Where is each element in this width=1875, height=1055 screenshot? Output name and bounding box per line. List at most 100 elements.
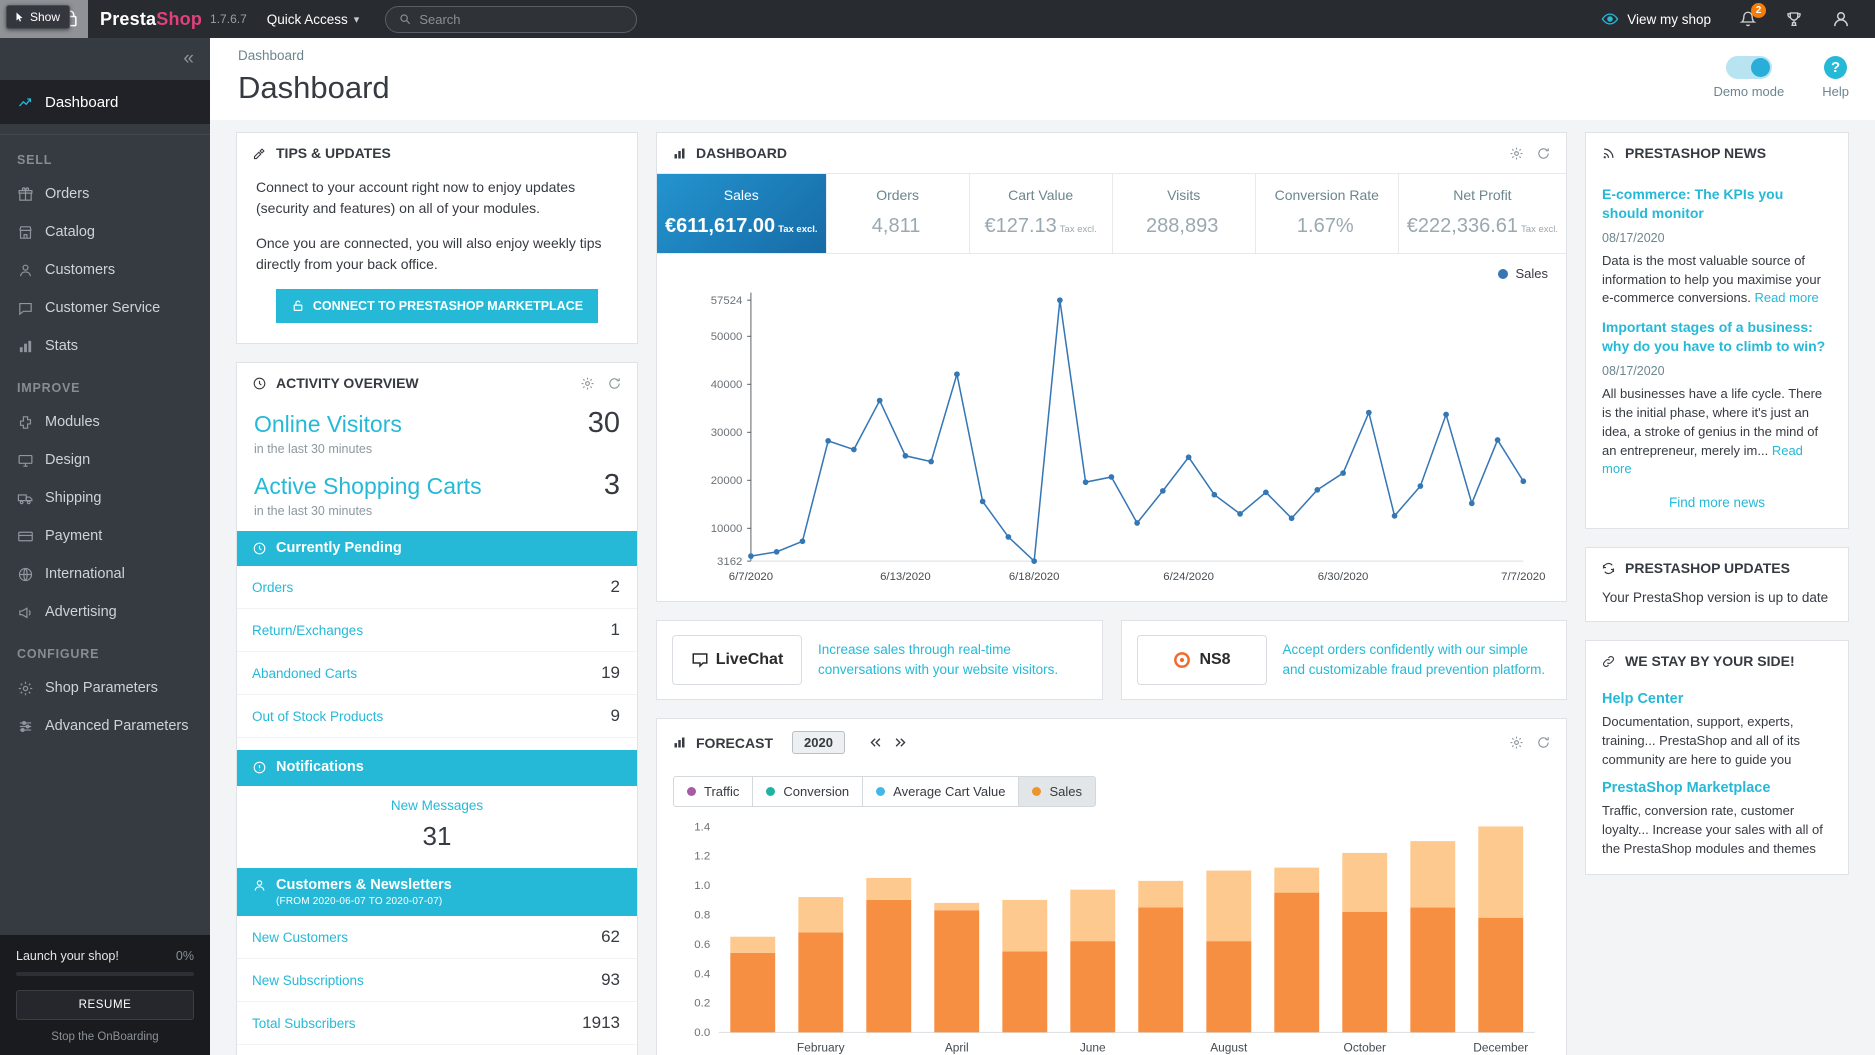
chevron-down-icon: ▾ bbox=[354, 13, 360, 26]
pending-returns-link[interactable]: Return/Exchanges bbox=[252, 623, 363, 638]
sidebar-item-modules[interactable]: Modules bbox=[0, 403, 210, 441]
sidebar-item-shipping[interactable]: Shipping bbox=[0, 479, 210, 517]
show-label: Show bbox=[30, 10, 60, 24]
panel-title: FORECAST bbox=[696, 735, 773, 751]
sidebar-item-label: Payment bbox=[45, 528, 102, 544]
chevrons-left-icon: « bbox=[183, 48, 194, 70]
store-icon bbox=[17, 224, 34, 241]
sidebar-item-label: Customers bbox=[45, 262, 115, 278]
total-subscribers-link[interactable]: Total Subscribers bbox=[252, 1016, 356, 1031]
rewind-icon[interactable] bbox=[868, 735, 883, 750]
gamification-button[interactable] bbox=[1785, 10, 1803, 28]
active-carts-link[interactable]: Active Shopping Carts bbox=[254, 473, 482, 500]
show-onboarding-button[interactable]: Show bbox=[6, 5, 70, 29]
article-title-link[interactable]: Important stages of a business: why do y… bbox=[1602, 318, 1832, 356]
sync-icon bbox=[1601, 561, 1616, 576]
kpi-tab-cart-value[interactable]: Cart Value €127.13Tax excl. bbox=[970, 174, 1113, 253]
sidebar-item-dashboard[interactable]: Dashboard bbox=[0, 80, 210, 124]
svg-text:6/24/2020: 6/24/2020 bbox=[1163, 571, 1214, 583]
sidebar-item-label: Dashboard bbox=[45, 94, 118, 111]
kpi-tab-net-profit[interactable]: Net Profit €222,336.61Tax excl. bbox=[1399, 174, 1566, 253]
new-subscriptions-link[interactable]: New Subscriptions bbox=[252, 973, 364, 988]
connect-marketplace-button[interactable]: CONNECT TO PRESTASHOP MARKETPLACE bbox=[276, 289, 598, 323]
new-messages-value: 31 bbox=[237, 821, 637, 852]
sidebar-item-advanced-parameters[interactable]: Advanced Parameters bbox=[0, 707, 210, 745]
sidebar-item-customer-service[interactable]: Customer Service bbox=[0, 289, 210, 327]
refresh-icon[interactable] bbox=[1536, 735, 1551, 750]
out-of-stock-link[interactable]: Out of Stock Products bbox=[252, 709, 383, 724]
activity-overview-panel: ACTIVITY OVERVIEW Online Visitors30 in t… bbox=[236, 362, 638, 1055]
sidebar-item-advertising[interactable]: Advertising bbox=[0, 593, 210, 631]
rss-icon bbox=[1601, 146, 1616, 161]
livechat-logo[interactable]: LiveChat bbox=[672, 635, 802, 685]
svg-text:57524: 57524 bbox=[711, 295, 743, 307]
fast-forward-icon[interactable] bbox=[893, 735, 908, 750]
find-more-news-link[interactable]: Find more news bbox=[1602, 479, 1832, 516]
article-title-link[interactable]: E-commerce: The KPIs you should monitor bbox=[1602, 185, 1832, 223]
gear-icon[interactable] bbox=[580, 376, 595, 391]
sidebar-item-payment[interactable]: Payment bbox=[0, 517, 210, 555]
online-visitors-link[interactable]: Online Visitors bbox=[254, 411, 402, 438]
view-my-shop-link[interactable]: View my shop bbox=[1601, 10, 1711, 28]
search-input[interactable] bbox=[419, 12, 624, 27]
sidebar-item-label: Shipping bbox=[45, 490, 101, 506]
sidebar-section-improve: IMPROVE Modules Design Shipping Payment … bbox=[0, 365, 210, 631]
puzzle-icon bbox=[17, 414, 34, 431]
sidebar-item-catalog[interactable]: Catalog bbox=[0, 213, 210, 251]
new-customers-link[interactable]: New Customers bbox=[252, 930, 348, 945]
stop-onboarding-link[interactable]: Stop the OnBoarding bbox=[16, 1031, 194, 1043]
bar-chart-icon bbox=[672, 735, 687, 750]
livechat-promo-text[interactable]: Increase sales through real-time convers… bbox=[818, 640, 1087, 681]
help-button[interactable]: ? bbox=[1824, 56, 1847, 79]
svg-text:October: October bbox=[1344, 1041, 1386, 1055]
sidebar-item-stats[interactable]: Stats bbox=[0, 327, 210, 365]
ns8-ring-icon bbox=[1172, 650, 1192, 670]
svg-text:1.4: 1.4 bbox=[694, 822, 711, 834]
sidebar-item-customers[interactable]: Customers bbox=[0, 251, 210, 289]
ns8-logo[interactable]: NS8 bbox=[1137, 635, 1267, 685]
toggle-knob bbox=[1751, 58, 1770, 77]
topbar-right: View my shop 2 bbox=[1601, 9, 1875, 29]
divider bbox=[0, 134, 210, 135]
demo-mode-toggle[interactable] bbox=[1726, 56, 1772, 79]
gear-icon[interactable] bbox=[1509, 735, 1524, 750]
refresh-icon[interactable] bbox=[607, 376, 622, 391]
account-button[interactable] bbox=[1831, 9, 1851, 29]
abandoned-carts-link[interactable]: Abandoned Carts bbox=[252, 666, 357, 681]
megaphone-icon bbox=[17, 604, 34, 621]
svg-text:0.0: 0.0 bbox=[694, 1028, 710, 1040]
dashboard-panel: DASHBOARD Sales €611,617.00Tax excl. Ord… bbox=[656, 132, 1567, 602]
gear-icon[interactable] bbox=[1509, 146, 1524, 161]
breadcrumb: Dashboard bbox=[238, 48, 390, 63]
sidebar-section-title: CONFIGURE bbox=[0, 631, 210, 669]
refresh-icon[interactable] bbox=[1536, 146, 1551, 161]
svg-text:1.2: 1.2 bbox=[694, 851, 710, 863]
sidebar-collapse-button[interactable]: « bbox=[0, 38, 210, 80]
kpi-tab-visits[interactable]: Visits 288,893 bbox=[1113, 174, 1256, 253]
sidebar-item-orders[interactable]: Orders bbox=[0, 175, 210, 213]
metric-tab-sales[interactable]: Sales bbox=[1018, 776, 1096, 807]
metric-tab-traffic[interactable]: Traffic bbox=[673, 776, 753, 807]
ns8-promo-text[interactable]: Accept orders confidently with our simpl… bbox=[1283, 640, 1552, 681]
read-more-link[interactable]: Read more bbox=[1754, 290, 1818, 305]
new-messages-link[interactable]: New Messages bbox=[237, 798, 637, 813]
sidebar-section-title: SELL bbox=[0, 137, 210, 175]
metric-tab-conversion[interactable]: Conversion bbox=[752, 776, 863, 807]
promo-row: LiveChat Increase sales through real-tim… bbox=[656, 620, 1567, 700]
prestashop-logo[interactable]: Show bbox=[0, 0, 88, 38]
kpi-tab-orders[interactable]: Orders 4,811 bbox=[827, 174, 970, 253]
notifications-bell-button[interactable]: 2 bbox=[1739, 10, 1757, 28]
quick-access-dropdown[interactable]: Quick Access ▾ bbox=[267, 12, 360, 27]
sidebar-item-international[interactable]: International bbox=[0, 555, 210, 593]
metric-tab-average-cart-value[interactable]: Average Cart Value bbox=[862, 776, 1019, 807]
resume-onboarding-button[interactable]: RESUME bbox=[16, 990, 194, 1020]
marketplace-link[interactable]: PrestaShop Marketplace bbox=[1602, 780, 1832, 796]
globe-icon bbox=[17, 566, 34, 583]
sidebar-item-design[interactable]: Design bbox=[0, 441, 210, 479]
sidebar-item-shop-parameters[interactable]: Shop Parameters bbox=[0, 669, 210, 707]
help-center-link[interactable]: Help Center bbox=[1602, 691, 1832, 707]
pending-orders-link[interactable]: Orders bbox=[252, 580, 293, 595]
news-article: E-commerce: The KPIs you should monitor … bbox=[1602, 185, 1832, 308]
kpi-tab-conversion-rate[interactable]: Conversion Rate 1.67% bbox=[1256, 174, 1399, 253]
kpi-tab-sales[interactable]: Sales €611,617.00Tax excl. bbox=[657, 174, 827, 253]
